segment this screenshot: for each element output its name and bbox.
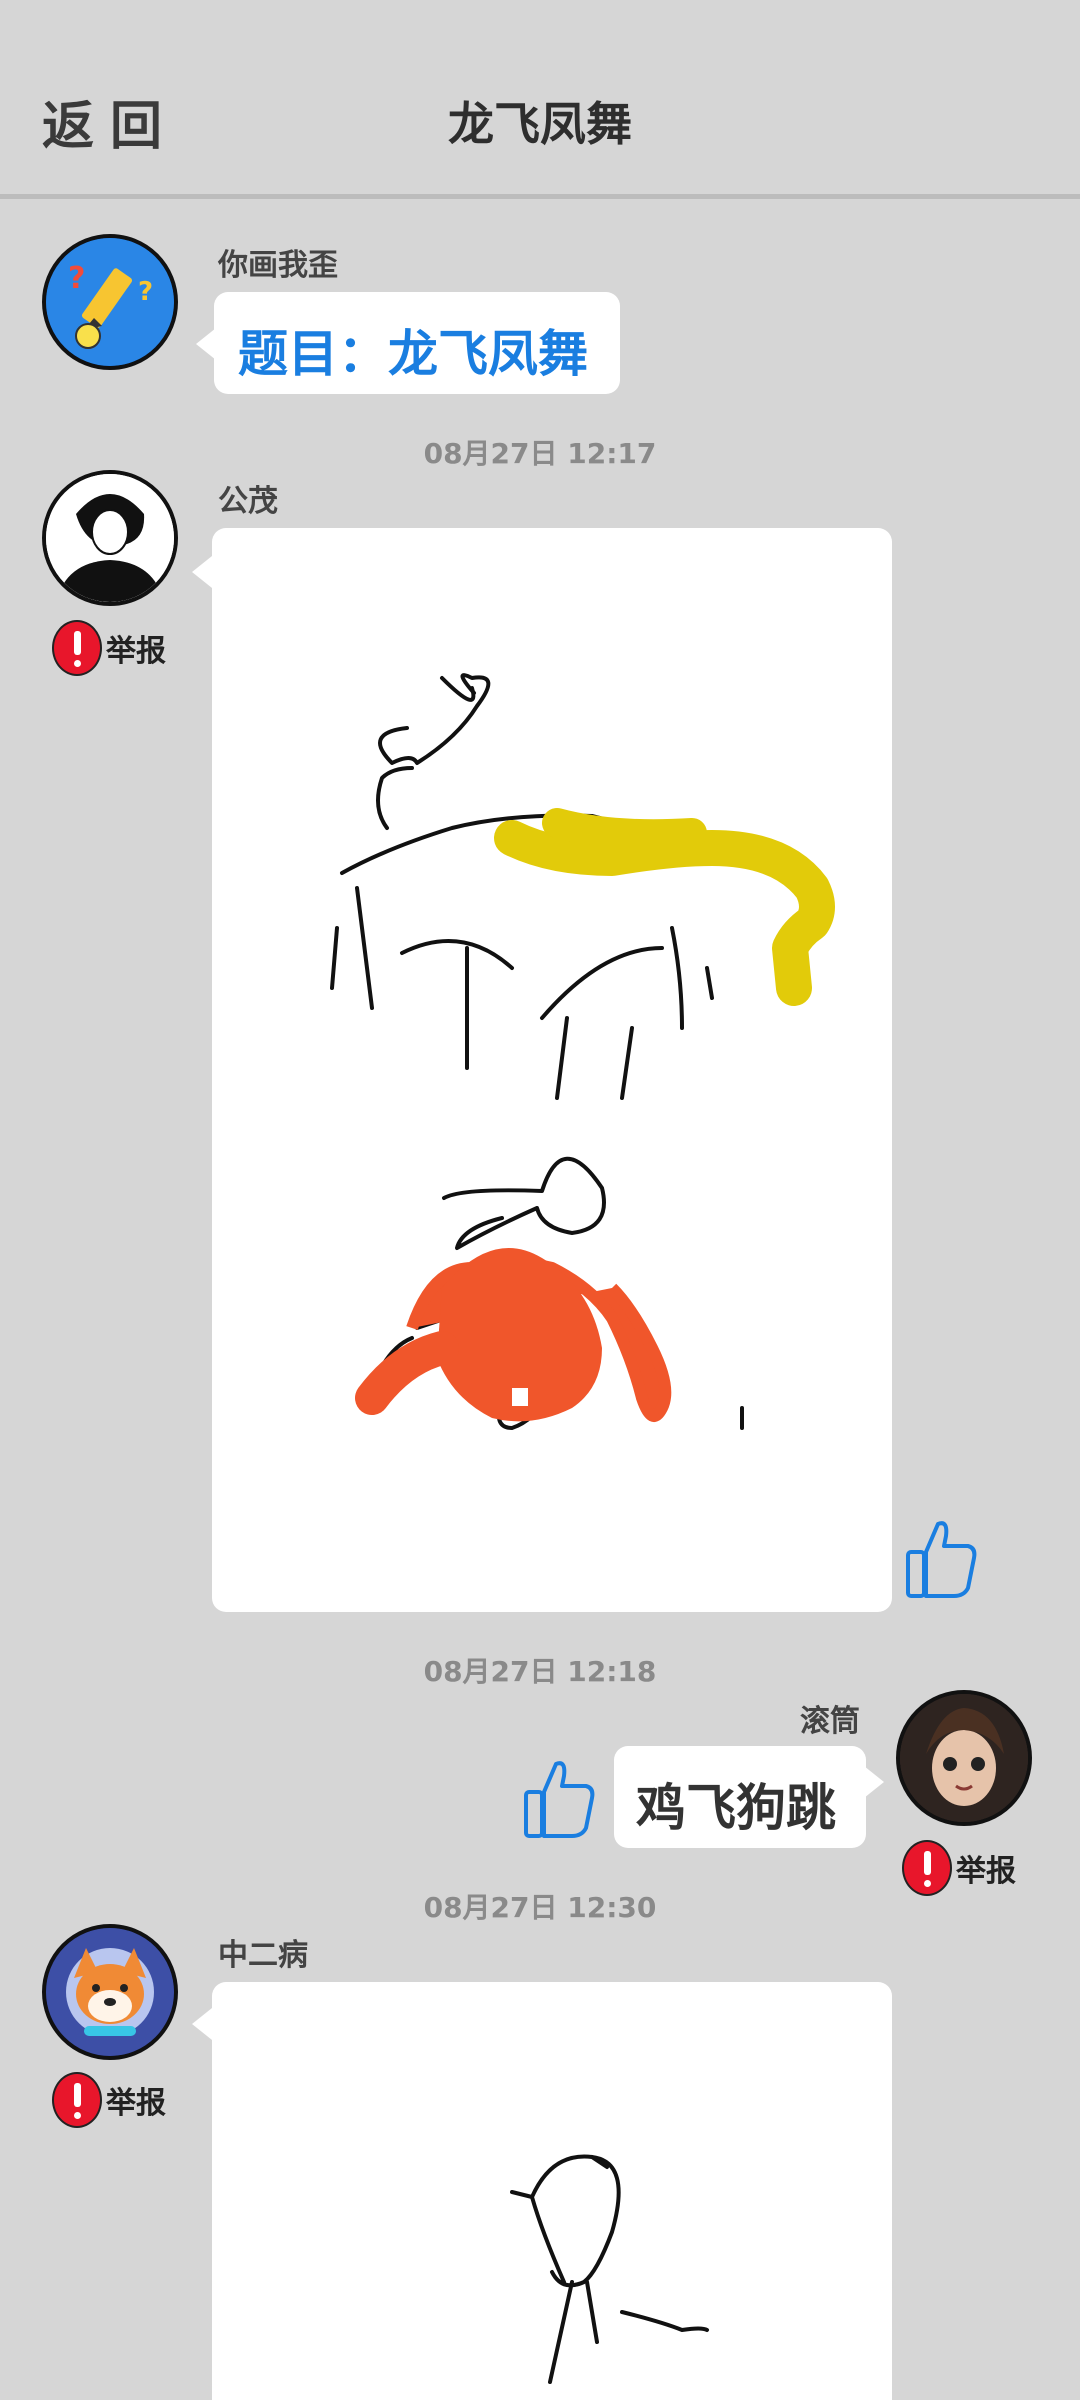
drawing-bubble[interactable] [212, 1982, 892, 2400]
timestamp: 08月27日 12:17 [423, 437, 657, 470]
timestamp: 08月27日 12:18 [423, 1655, 657, 1688]
avatar-system[interactable]: ? ? [42, 234, 178, 370]
sender-name: 中二病 [218, 1938, 308, 1973]
drawing-canvas [330, 673, 835, 1430]
pencil-avatar-icon: ? ? [46, 238, 174, 366]
sender-name: 你画我歪 [218, 248, 338, 283]
avatar-user[interactable] [42, 470, 178, 606]
report-button[interactable]: 举报 [52, 618, 166, 678]
report-label: 举报 [106, 2086, 166, 2121]
page-title: 龙飞凤舞 [448, 97, 632, 151]
report-label: 举报 [956, 1854, 1016, 1889]
alert-icon [52, 2072, 102, 2128]
bubble-tail [196, 328, 216, 360]
svg-text:?: ? [138, 277, 153, 307]
sender-name: 公茂 [218, 484, 278, 519]
dog-avatar-icon [46, 1928, 174, 2056]
user-avatar-icon [46, 474, 174, 602]
bubble-tail [192, 556, 212, 588]
user-avatar-icon [900, 1694, 1028, 1822]
thumbs-up-icon[interactable] [904, 1516, 980, 1604]
svg-text:?: ? [68, 261, 85, 296]
header: 返回 龙飞凤舞 [0, 0, 1080, 199]
message-text: 鸡飞狗跳 [636, 1779, 836, 1837]
alert-icon [52, 620, 102, 676]
avatar-user[interactable] [42, 1924, 178, 2060]
topic-text: 题目：龙飞凤舞 [238, 325, 588, 383]
thumbs-up-icon[interactable] [522, 1756, 598, 1844]
chat-screen: 返回 龙飞凤舞 ? ? 你画我歪 题目：龙飞凤舞 08月27日 12:17 举报… [0, 0, 1080, 2400]
report-label: 举报 [106, 634, 166, 669]
topic-bubble[interactable]: 题目：龙飞凤舞 [214, 292, 620, 394]
header-divider [0, 194, 1080, 199]
text-bubble[interactable]: 鸡飞狗跳 [614, 1746, 866, 1848]
avatar-user[interactable] [896, 1690, 1032, 1826]
sender-name: 滚筒 [800, 1704, 860, 1739]
timestamp: 08月27日 12:30 [423, 1891, 657, 1924]
drawing-canvas [510, 2154, 709, 2384]
drawing-bubble[interactable] [212, 528, 892, 1612]
report-button[interactable]: 举报 [52, 2070, 166, 2130]
bubble-tail [864, 1766, 884, 1798]
bubble-tail [192, 2008, 212, 2040]
